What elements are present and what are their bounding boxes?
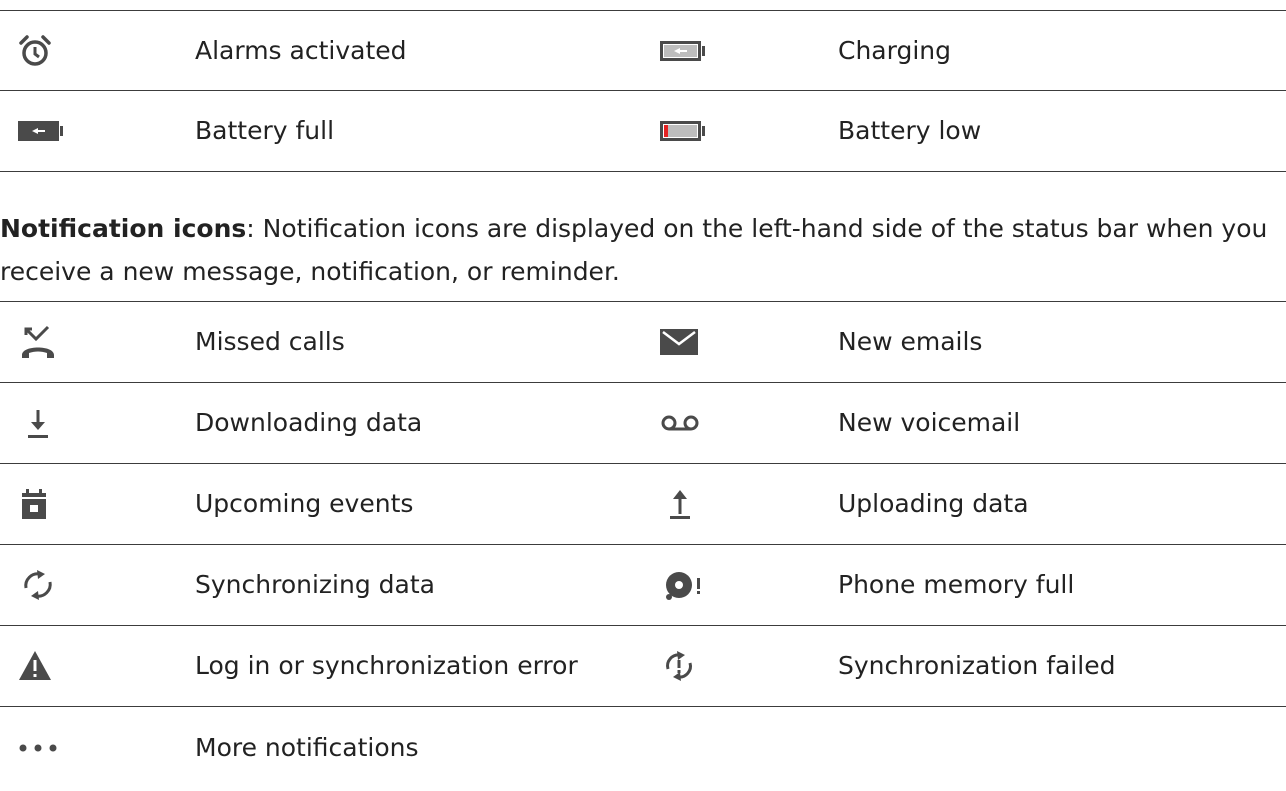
icon-cell [0,707,195,788]
table-row: Missed calls New emails [0,302,1286,383]
row-label: Missed calls [195,327,345,356]
sync-icon [18,568,58,602]
row-label: New voicemail [838,408,1021,437]
icon-cell [660,11,838,90]
icon-cell [660,91,838,171]
status-icons-table: Alarms activated Charging Battery full B… [0,10,1286,172]
table-row: Downloading data New voicemail [0,383,1286,464]
row-label: Alarms activated [195,35,407,65]
row-label: Upcoming events [195,489,414,518]
table-row: Log in or synchronization error Synchron… [0,626,1286,707]
notification-description: Notification icons: Notification icons a… [0,207,1286,293]
icon-cell [0,91,195,171]
alarm-clock-icon [18,34,52,68]
icon-cell [0,545,195,625]
memory-full-icon [660,568,704,602]
download-icon [18,406,58,440]
warning-icon [18,649,58,683]
calendar-icon [18,487,58,521]
row-label: More notifications [195,732,419,762]
icon-cell [660,383,838,463]
row-label: Uploading data [838,489,1029,518]
row-label: Log in or synchronization error [195,651,578,680]
table-row: Alarms activated Charging [0,11,1286,91]
table-row: Synchronizing data Phone memory full [0,545,1286,626]
icon-cell [660,464,838,544]
icon-cell [660,302,838,382]
notification-icons-table: Missed calls New emails Downloading data [0,301,1286,788]
table-row: More notifications [0,707,1286,788]
icon-cell [0,464,195,544]
row-label: Phone memory full [838,570,1075,599]
row-label: Charging [838,35,951,65]
battery-low-icon [660,121,706,141]
missed-call-icon [18,325,58,359]
row-label: New emails [838,327,983,356]
table-row: Upcoming events Uploading data [0,464,1286,545]
icon-cell [0,626,195,706]
icon-cell [660,545,838,625]
sync-failed-icon [660,649,700,683]
icon-cell [0,11,195,90]
row-label: Battery low [838,116,982,145]
icon-cell [660,707,838,788]
more-dots-icon [18,742,68,754]
battery-full-icon [18,121,64,141]
row-label: Synchronizing data [195,570,435,599]
row-label: Downloading data [195,408,423,437]
row-label: Synchronization failed [838,651,1116,680]
upload-icon [660,487,700,521]
section-heading: Notification icons [0,214,247,243]
battery-charging-icon [660,40,706,61]
envelope-icon [660,329,698,355]
icon-cell [0,383,195,463]
voicemail-icon [660,413,700,433]
row-label: Battery full [195,116,335,145]
icon-cell [0,302,195,382]
icon-cell [660,626,838,706]
table-row: Battery full Battery low [0,91,1286,172]
